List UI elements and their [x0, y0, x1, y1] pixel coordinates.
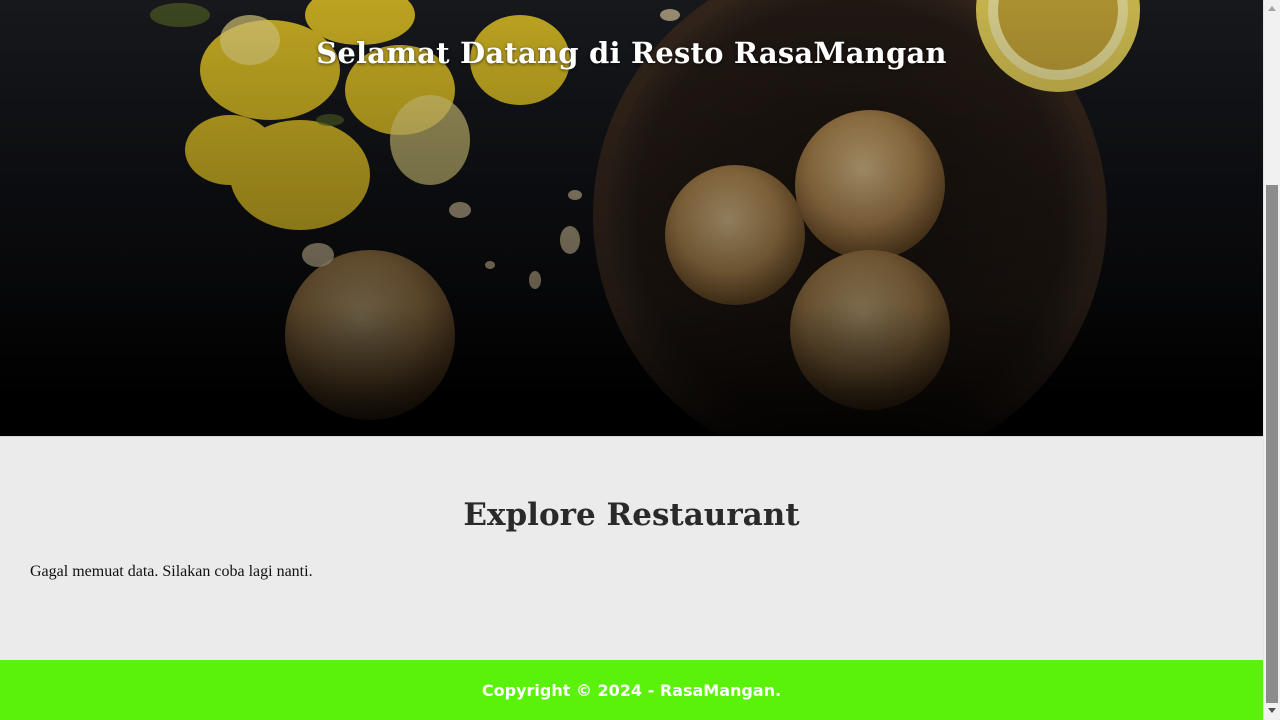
- scroll-up-icon[interactable]: [1268, 6, 1276, 11]
- hero-title: Selamat Datang di Resto RasaMangan: [316, 36, 947, 70]
- page: Selamat Datang di Resto RasaMangan Explo…: [0, 0, 1263, 720]
- error-message: Gagal memuat data. Silakan coba lagi nan…: [30, 563, 313, 580]
- footer: Copyright © 2024 - RasaMangan.: [0, 660, 1263, 720]
- hero-banner: Selamat Datang di Resto RasaMangan: [0, 0, 1263, 436]
- section-title: Explore Restaurant: [463, 497, 800, 533]
- scroll-down-icon[interactable]: [1268, 708, 1276, 713]
- vertical-scrollbar[interactable]: [1263, 0, 1280, 720]
- footer-copyright: Copyright © 2024 - RasaMangan.: [481, 680, 782, 700]
- scrollbar-thumb[interactable]: [1266, 185, 1278, 703]
- main-content: Explore Restaurant Gagal memuat data. Si…: [0, 436, 1263, 660]
